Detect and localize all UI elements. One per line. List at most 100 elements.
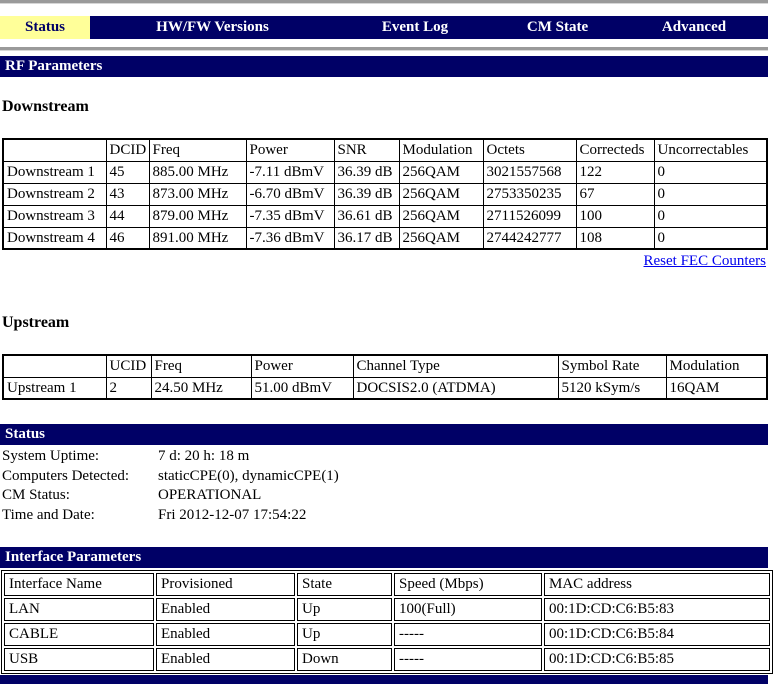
cm-status-label: CM Status: bbox=[2, 487, 70, 503]
table-row: Downstream 1 45 885.00 MHz -7.11 dBmV 36.39 … bbox=[2, 160, 768, 184]
table-header-row: UCID Freq Power Channel Type Symbol Rate Modu… bbox=[2, 354, 768, 378]
column-header: Power bbox=[250, 354, 354, 378]
table-cell: 3021557568 bbox=[482, 160, 577, 184]
downstream-label: Downstream bbox=[2, 98, 89, 115]
table-cell: 256QAM bbox=[398, 182, 484, 206]
column-header bbox=[2, 138, 107, 162]
table-cell: Downstream 4 bbox=[2, 226, 107, 250]
table-cell: 100(Full) bbox=[394, 598, 542, 621]
table-cell: Downstream 1 bbox=[2, 160, 107, 184]
table-cell: 256QAM bbox=[398, 160, 484, 184]
table-cell: 67 bbox=[575, 182, 655, 206]
table-cell: 16QAM bbox=[665, 376, 768, 400]
table-cell: 885.00 MHz bbox=[148, 160, 247, 184]
table-cell: 256QAM bbox=[398, 204, 484, 228]
column-header: Modulation bbox=[398, 138, 484, 162]
status-row-time-date: Time and Date: Fri 2012-12-07 17:54:22 bbox=[2, 506, 777, 526]
column-header bbox=[2, 354, 107, 378]
table-cell: 24.50 MHz bbox=[150, 376, 252, 400]
column-header: Power bbox=[245, 138, 335, 162]
tab-event-log[interactable]: Event Log bbox=[335, 16, 495, 39]
interface-table: Interface Name Provisioned State Speed (Mbp… bbox=[1, 570, 773, 674]
tab-advanced[interactable]: Advanced bbox=[620, 16, 768, 39]
nav-divider bbox=[0, 47, 768, 51]
time-and-date-label: Time and Date: bbox=[2, 506, 95, 523]
table-cell: 44 bbox=[105, 204, 150, 228]
table-row: Downstream 3 44 879.00 MHz -7.35 dBmV 36.61 … bbox=[2, 204, 768, 228]
table-cell: Up bbox=[297, 598, 392, 621]
table-cell: 122 bbox=[575, 160, 655, 184]
column-header: Freq bbox=[148, 138, 247, 162]
system-uptime-value: 7 d: 20 h: 18 m bbox=[158, 448, 250, 464]
table-row: USB Enabled Down ----- 00:1D:CD:C6:B5:85 bbox=[4, 648, 770, 671]
upstream-table: UCID Freq Power Channel Type Symbol Rate Modu… bbox=[2, 354, 768, 400]
table-cell: 2 bbox=[105, 376, 152, 400]
table-cell: 45 bbox=[105, 160, 150, 184]
table-cell: Enabled bbox=[156, 623, 295, 646]
time-and-date-value: Fri 2012-12-07 17:54:22 bbox=[158, 506, 307, 523]
table-cell: 256QAM bbox=[398, 226, 484, 250]
reset-fec-counters-link[interactable]: Reset FEC Counters bbox=[644, 253, 767, 269]
table-row: CABLE Enabled Up ----- 00:1D:CD:C6:B5:84 bbox=[4, 623, 770, 646]
table-header-row: DCID Freq Power SNR Modulation Octets Correcte… bbox=[2, 138, 768, 162]
status-row-computers: Computers Detected: staticCPE(0), dynami… bbox=[2, 467, 777, 487]
table-cell: 2753350235 bbox=[482, 182, 577, 206]
column-header: Channel Type bbox=[352, 354, 559, 378]
table-cell: 5120 kSym/s bbox=[557, 376, 667, 400]
main-navigation: Status HW/FW Versions Event Log CM State… bbox=[0, 16, 768, 39]
reset-fec-row: Reset FEC Counters bbox=[0, 253, 767, 273]
column-header: Modulation bbox=[665, 354, 768, 378]
table-cell: 0 bbox=[653, 182, 768, 206]
tab-status[interactable]: Status bbox=[0, 16, 90, 39]
cm-status-value: OPERATIONAL bbox=[158, 487, 262, 503]
status-section-header: Status bbox=[0, 424, 768, 445]
table-row: LAN Enabled Up 100(Full) 00:1D:CD:C6:B5:83 bbox=[4, 598, 770, 621]
upstream-label: Upstream bbox=[2, 314, 70, 331]
table-cell: 00:1D:CD:C6:B5:84 bbox=[544, 623, 770, 646]
table-row: Upstream 1 2 24.50 MHz 51.00 dBmV DOCSIS2.0 … bbox=[2, 376, 768, 400]
column-header: Uncorrectables bbox=[653, 138, 768, 162]
column-header: DCID bbox=[105, 138, 150, 162]
tab-hwfw-versions[interactable]: HW/FW Versions bbox=[90, 16, 335, 39]
table-cell: 879.00 MHz bbox=[148, 204, 247, 228]
table-row: Downstream 2 43 873.00 MHz -6.70 dBmV 36.39 … bbox=[2, 182, 768, 206]
interface-parameters-header: Interface Parameters bbox=[0, 547, 768, 568]
table-cell: 891.00 MHz bbox=[148, 226, 247, 250]
table-cell: Downstream 2 bbox=[2, 182, 107, 206]
computers-detected-value: staticCPE(0), dynamicCPE(1) bbox=[158, 467, 339, 484]
table-cell: 36.61 dB bbox=[333, 204, 400, 228]
column-header: Symbol Rate bbox=[557, 354, 667, 378]
column-header: Interface Name bbox=[4, 573, 154, 596]
column-header: Provisioned bbox=[156, 573, 295, 596]
table-cell: 36.39 dB bbox=[333, 160, 400, 184]
table-cell: Upstream 1 bbox=[2, 376, 107, 400]
table-cell: 100 bbox=[575, 204, 655, 228]
status-row-cm-status: CM Status: OPERATIONAL bbox=[2, 486, 777, 506]
downstream-table: DCID Freq Power SNR Modulation Octets Correcte… bbox=[2, 138, 768, 250]
table-cell: Downstream 3 bbox=[2, 204, 107, 228]
computers-detected-label: Computers Detected: bbox=[2, 467, 130, 484]
tab-cm-state[interactable]: CM State bbox=[495, 16, 620, 39]
column-header: State bbox=[297, 573, 392, 596]
table-cell: Down bbox=[297, 648, 392, 671]
table-cell: 0 bbox=[653, 160, 768, 184]
column-header: Octets bbox=[482, 138, 577, 162]
table-cell: 36.17 dB bbox=[333, 226, 400, 250]
table-cell: 0 bbox=[653, 204, 768, 228]
column-header: MAC address bbox=[544, 573, 770, 596]
table-cell: 108 bbox=[575, 226, 655, 250]
column-header: Speed (Mbps) bbox=[394, 573, 542, 596]
table-header-row: Interface Name Provisioned State Speed (Mbp… bbox=[4, 573, 770, 596]
table-cell: 43 bbox=[105, 182, 150, 206]
table-cell: Enabled bbox=[156, 648, 295, 671]
table-cell: -6.70 dBmV bbox=[245, 182, 335, 206]
column-header: SNR bbox=[333, 138, 400, 162]
status-row-uptime: System Uptime: 7 d: 20 h: 18 m bbox=[2, 447, 777, 467]
table-row: Downstream 4 46 891.00 MHz -7.36 dBmV 36.17 … bbox=[2, 226, 768, 250]
status-fields: System Uptime: 7 d: 20 h: 18 m Computers… bbox=[2, 447, 777, 525]
table-cell: -7.36 dBmV bbox=[245, 226, 335, 250]
table-cell: 873.00 MHz bbox=[148, 182, 247, 206]
column-header: Freq bbox=[150, 354, 252, 378]
column-header: Correcteds bbox=[575, 138, 655, 162]
table-cell: 00:1D:CD:C6:B5:83 bbox=[544, 598, 770, 621]
